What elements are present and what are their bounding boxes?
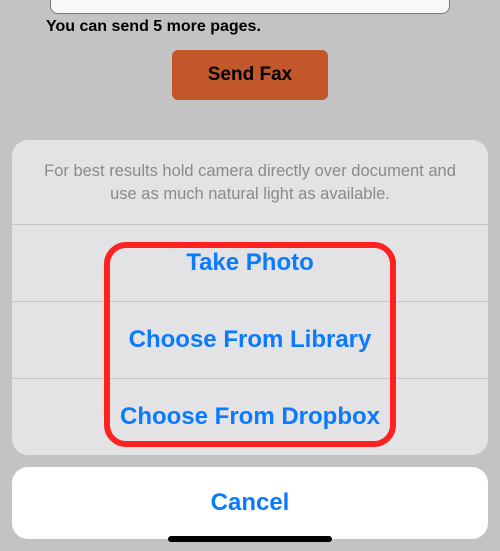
action-sheet-header: For best results hold camera directly ov…	[12, 140, 488, 224]
choose-from-dropbox-option[interactable]: Choose From Dropbox	[12, 378, 488, 455]
send-fax-button[interactable]: Send Fax	[172, 50, 328, 100]
background-content: You can send 5 more pages. Send Fax	[0, 0, 500, 100]
input-field-edge	[50, 0, 450, 14]
choose-from-library-option[interactable]: Choose From Library	[12, 301, 488, 378]
action-sheet-container: For best results hold camera directly ov…	[0, 140, 500, 551]
action-sheet: For best results hold camera directly ov…	[12, 140, 488, 455]
pages-remaining-label: You can send 5 more pages.	[46, 18, 450, 36]
cancel-button[interactable]: Cancel	[12, 467, 488, 539]
home-indicator[interactable]	[168, 536, 332, 542]
take-photo-option[interactable]: Take Photo	[12, 224, 488, 301]
